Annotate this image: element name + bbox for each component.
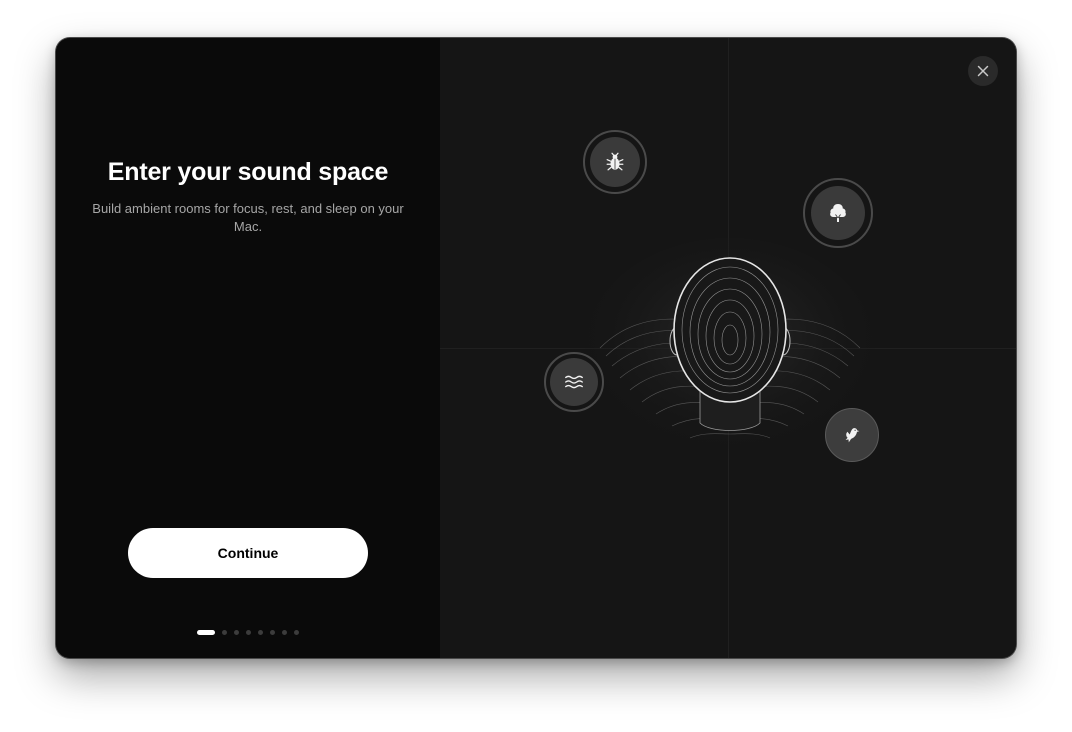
page-indicator [197,630,306,635]
tree-icon [830,204,846,222]
birds-sound-node[interactable] [823,406,881,464]
bird-icon [845,428,860,443]
page-subtitle: Build ambient rooms for focus, rest, and… [92,201,404,234]
page-dot[interactable] [246,630,251,635]
page-dot[interactable] [258,630,263,635]
sound-space-canvas [440,38,1016,658]
page-dot[interactable] [282,630,287,635]
onboarding-window: Enter your sound space Build ambient roo… [56,38,1016,658]
page-dot-active[interactable] [197,630,215,635]
continue-button[interactable]: Continue [128,528,368,578]
waves-icon [565,375,583,389]
forest-sound-node[interactable] [803,178,873,248]
page-title: Enter your sound space [107,158,389,186]
close-icon [977,65,989,77]
close-button[interactable] [968,56,998,86]
page-dot[interactable] [294,630,299,635]
page-dot[interactable] [222,630,227,635]
intro-panel: Enter your sound space Build ambient roo… [56,38,440,658]
water-sound-node[interactable] [544,352,604,412]
insects-sound-node[interactable] [583,130,647,194]
page-dot[interactable] [234,630,239,635]
page-dot[interactable] [270,630,275,635]
bug-icon [606,152,624,171]
